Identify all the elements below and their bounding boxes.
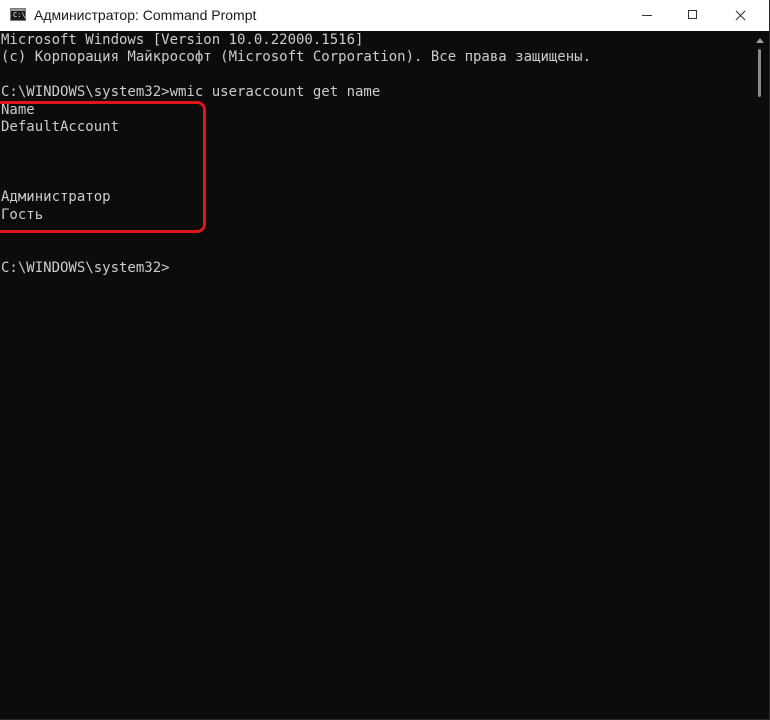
cmd-icon: C:\ bbox=[10, 8, 26, 21]
scroll-up-arrow-icon[interactable] bbox=[756, 38, 764, 43]
console-line-copyright: (c) Корпорация Майкрософт (Microsoft Cor… bbox=[1, 49, 592, 65]
vertical-scrollbar[interactable] bbox=[752, 31, 769, 719]
console-line-version: Microsoft Windows [Version 10.0.22000.15… bbox=[1, 32, 364, 48]
cmd-icon-label: C:\ bbox=[13, 11, 26, 19]
console-output[interactable]: Microsoft Windows [Version 10.0.22000.15… bbox=[0, 31, 752, 719]
close-icon[interactable] bbox=[717, 0, 763, 31]
console-line-command: C:\WINDOWS\system32>wmic useraccount get… bbox=[1, 84, 381, 100]
minimize-icon[interactable] bbox=[624, 0, 670, 31]
scrollbar-thumb[interactable] bbox=[758, 49, 761, 97]
maximize-icon[interactable] bbox=[670, 0, 716, 31]
title-bar[interactable]: C:\ Администратор: Command Prompt bbox=[0, 0, 769, 31]
window-title: Администратор: Command Prompt bbox=[34, 7, 257, 23]
console-line-prompt: C:\WINDOWS\system32> bbox=[1, 260, 170, 276]
command-prompt-window: C:\ Администратор: Command Prompt Micros… bbox=[0, 0, 770, 720]
red-highlight-box bbox=[0, 101, 206, 233]
